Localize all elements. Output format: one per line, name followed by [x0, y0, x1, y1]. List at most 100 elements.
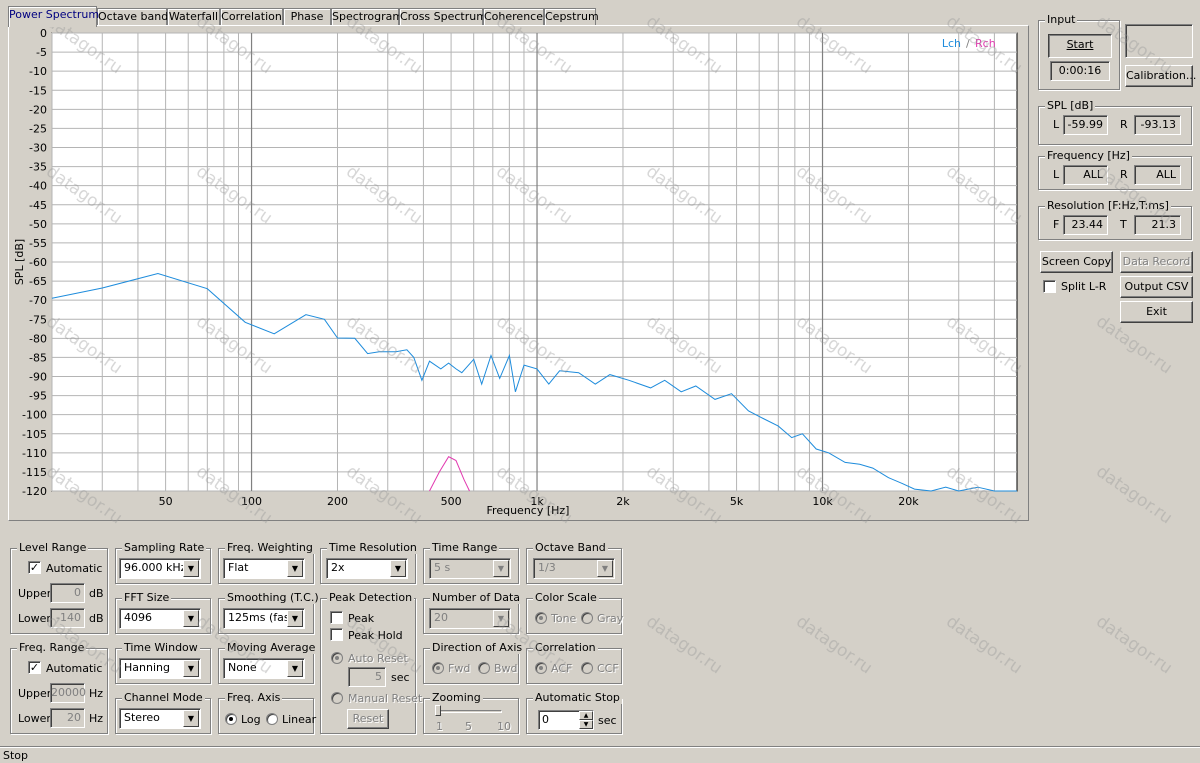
x-tick-label: 50: [159, 495, 173, 508]
smoothing-select[interactable]: 125ms (fast) ▼: [223, 608, 305, 629]
peak-hold-checkbox[interactable]: [330, 628, 343, 641]
chevron-down-icon: ▼: [493, 560, 509, 577]
screen-copy-button[interactable]: Screen Copy: [1040, 251, 1113, 273]
freq-l-value: ALL: [1063, 165, 1108, 185]
fft-size-select[interactable]: 4096 ▼: [119, 608, 201, 629]
x-tick-label: 100: [241, 495, 262, 508]
zoom-slider-track[interactable]: [438, 710, 502, 713]
spl-r-label: R: [1120, 118, 1128, 131]
spin-down-icon[interactable]: ▼: [579, 720, 593, 729]
color-gray-radio[interactable]: [581, 612, 593, 624]
watermark-text: datagor.ru: [1092, 461, 1176, 529]
freq-upper-input[interactable]: 20000: [50, 683, 86, 703]
number-of-data-title: Number of Data: [430, 591, 523, 604]
color-tone-radio[interactable]: [535, 612, 547, 624]
moving-average-title: Moving Average: [225, 641, 318, 654]
freq-weighting-select[interactable]: Flat ▼: [223, 558, 305, 579]
direction-bwd-radio[interactable]: [478, 662, 490, 674]
power-spectrum-pane: 0 -5 -10 -15 -20 -25 -30 -35 -40 -45 -50 -55 -60 -65 -…: [8, 25, 1029, 521]
start-button[interactable]: Start: [1048, 34, 1112, 58]
correlation-ccf-radio[interactable]: [581, 662, 593, 674]
fft-size-value: 4096: [124, 611, 152, 624]
tab-waterfall[interactable]: Waterfall: [167, 8, 220, 26]
status-bar: Stop: [0, 746, 1200, 763]
correlation-acf-radio[interactable]: [535, 662, 547, 674]
level-range-title: Level Range: [17, 541, 89, 554]
freq-lower-input[interactable]: 20: [50, 708, 85, 728]
y-tick-label: -55: [29, 237, 47, 250]
color-scale-title: Color Scale: [533, 591, 599, 604]
x-tick-label: 2k: [616, 495, 630, 508]
elapsed-time: 0:00:16: [1050, 61, 1110, 81]
correlation-ccf-label: CCF: [597, 662, 619, 675]
reset-button[interactable]: Reset: [347, 709, 389, 729]
fft-size-title: FFT Size: [122, 591, 172, 604]
direction-of-axis-title: Direction of Axis: [430, 641, 525, 654]
freq-axis-linear-radio[interactable]: [266, 713, 278, 725]
spin-up-icon[interactable]: ▲: [579, 711, 593, 720]
channel-mode-title: Channel Mode: [122, 691, 205, 704]
freq-automatic-checkbox[interactable]: ✓: [28, 661, 41, 674]
tab-correlation[interactable]: Correlation: [220, 8, 283, 26]
peak-hold-label: Peak Hold: [348, 629, 403, 642]
tab-octave-band[interactable]: Octave band: [97, 8, 168, 26]
direction-fwd-label: Fwd: [448, 662, 471, 675]
moving-average-select[interactable]: None ▼: [223, 658, 305, 679]
auto-reset-seconds-input[interactable]: 5: [348, 667, 386, 687]
auto-reset-sec-label: sec: [391, 671, 410, 684]
peak-checkbox[interactable]: [330, 611, 343, 624]
sampling-rate-select[interactable]: 96.000 kHz ▼: [119, 558, 201, 579]
auto-reset-radio[interactable]: [331, 652, 343, 664]
sampling-rate-value: 96.000 kHz: [124, 561, 187, 574]
freq-axis-log-radio[interactable]: [225, 713, 237, 725]
y-axis-label: SPL [dB]: [13, 239, 26, 285]
tab-coherence[interactable]: Coherence: [483, 8, 544, 26]
res-f-label: F: [1053, 218, 1060, 231]
level-upper-input[interactable]: 0: [50, 583, 85, 603]
freq-axis-log-label: Log: [241, 713, 261, 726]
number-of-data-select[interactable]: 20 ▼: [429, 608, 511, 629]
level-automatic-checkbox[interactable]: ✓: [28, 561, 41, 574]
zoom-slider-thumb[interactable]: [435, 705, 441, 716]
y-tick-label: -45: [29, 199, 47, 212]
tab-cross-spectrum[interactable]: Cross Spectrum: [399, 8, 487, 26]
octave-band-select[interactable]: 1/3 ▼: [533, 558, 615, 579]
y-tick-label: -15: [29, 84, 47, 97]
tab-cepstrum[interactable]: Cepstrum: [544, 8, 599, 26]
time-window-select[interactable]: Hanning ▼: [119, 658, 201, 679]
y-tick-label: -85: [29, 351, 47, 364]
output-csv-button[interactable]: Output CSV: [1120, 276, 1193, 298]
split-lr-label: Split L-R: [1061, 280, 1107, 293]
time-resolution-select[interactable]: 2x ▼: [326, 558, 408, 579]
tab-phase[interactable]: Phase: [283, 8, 331, 26]
time-range-select[interactable]: 5 s ▼: [429, 558, 511, 579]
x-tick-label: 10k: [812, 495, 833, 508]
level-indicator: [1125, 24, 1193, 58]
x-tick-label: 500: [441, 495, 462, 508]
spl-l-value: -59.99: [1063, 115, 1108, 135]
chevron-down-icon: ▼: [183, 610, 199, 627]
time-resolution-value: 2x: [331, 561, 345, 574]
smoothing-title: Smoothing (T.C.): [225, 591, 321, 604]
peak-label: Peak: [348, 612, 375, 625]
tab-power-spectrum[interactable]: Power Spectrum: [8, 6, 99, 27]
channel-mode-select[interactable]: Stereo ▼: [119, 708, 201, 729]
exit-button[interactable]: Exit: [1120, 301, 1193, 323]
color-gray-label: Gray: [597, 612, 624, 625]
split-lr-checkbox[interactable]: [1043, 280, 1056, 293]
y-tick-label: -35: [29, 161, 47, 174]
tab-spectrogram[interactable]: Spectrogram: [331, 8, 403, 26]
level-lower-input[interactable]: -140: [50, 608, 85, 628]
data-record-button[interactable]: Data Record: [1120, 251, 1193, 273]
level-automatic-label: Automatic: [46, 562, 103, 575]
octave-band-title: Octave Band: [533, 541, 608, 554]
calibration-button[interactable]: Calibration...: [1125, 65, 1196, 87]
level-upper-label: Upper: [18, 587, 52, 600]
time-window-value: Hanning: [124, 661, 170, 674]
y-tick-label: -100: [22, 409, 47, 422]
direction-fwd-radio[interactable]: [432, 662, 444, 674]
zoom-tick-10: 10: [497, 720, 511, 733]
freq-upper-unit: Hz: [89, 687, 104, 700]
y-tick-label: -50: [29, 218, 47, 231]
manual-reset-radio[interactable]: [331, 692, 343, 704]
